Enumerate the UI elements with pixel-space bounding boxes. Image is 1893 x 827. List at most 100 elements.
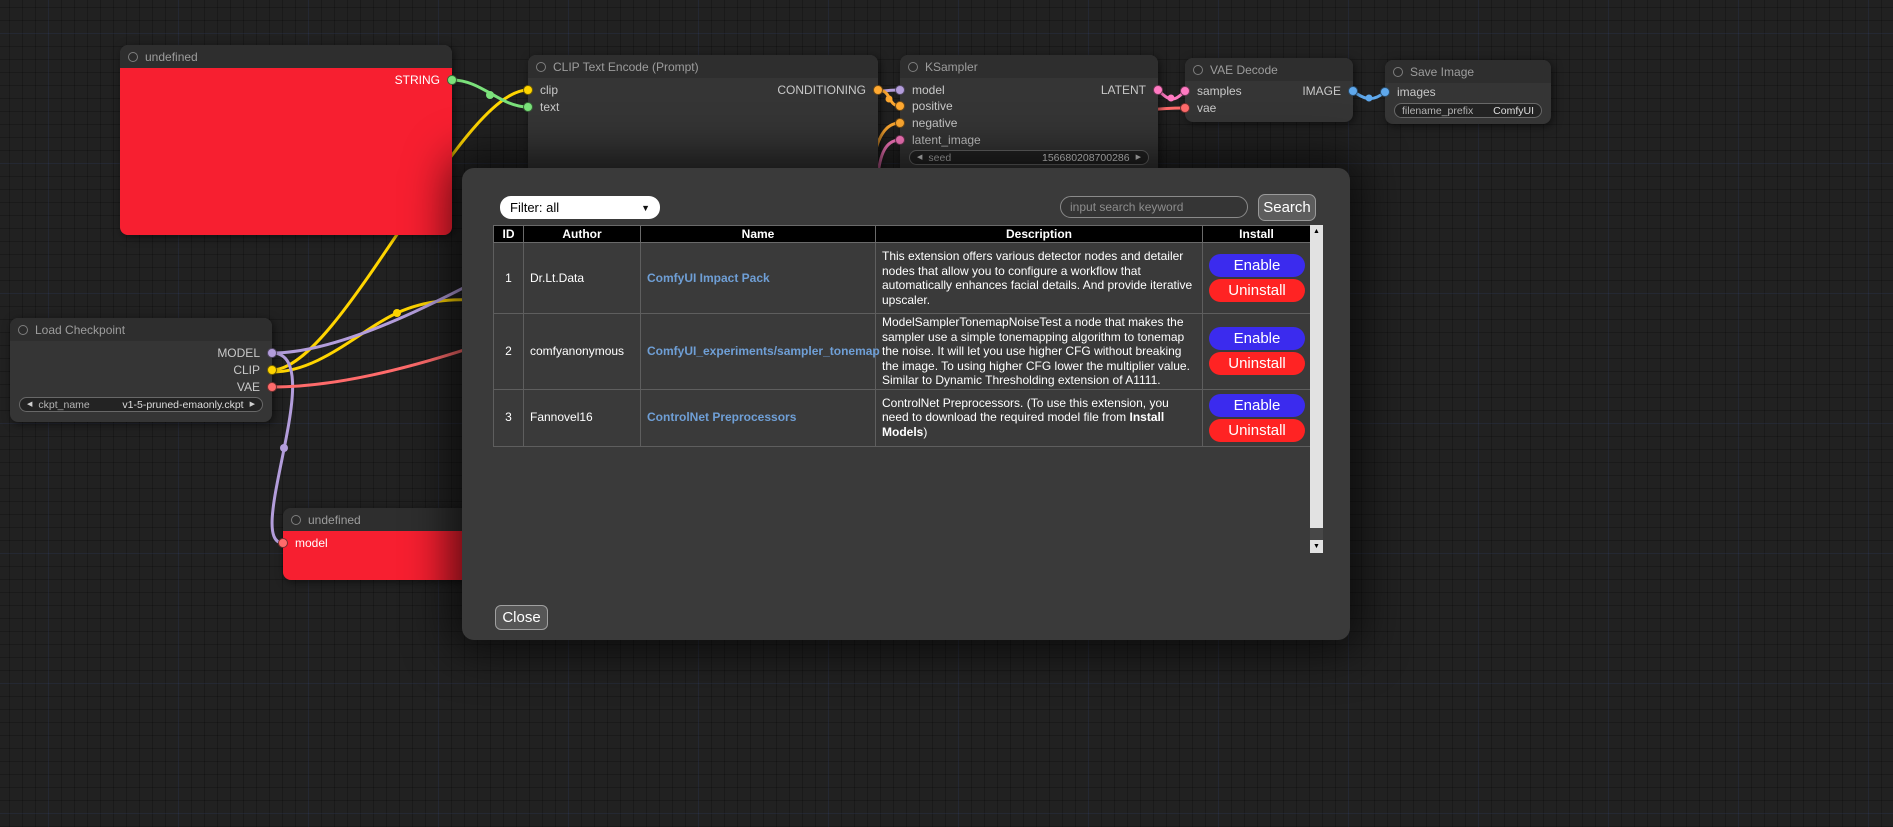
id-cell: 3 (494, 389, 524, 446)
positive-input: positive (895, 99, 953, 113)
increment-arrow-icon[interactable]: ▶ (1136, 154, 1141, 161)
uninstall-button[interactable]: Uninstall (1209, 352, 1305, 375)
clip-input-port[interactable] (523, 85, 533, 95)
collapse-dot-icon[interactable] (908, 62, 918, 72)
latent-image-input: latent_image (895, 133, 981, 147)
node-title: CLIP Text Encode (Prompt) (553, 60, 699, 74)
description-cell: This extension offers various detector n… (876, 243, 1203, 314)
node-title: Load Checkpoint (35, 323, 125, 337)
samples-input: samples (1180, 84, 1242, 98)
node-save-image[interactable]: Save Image images filename_prefix ComfyU… (1385, 60, 1551, 124)
node-title: undefined (145, 50, 198, 64)
scroll-down-icon[interactable]: ▼ (1310, 540, 1323, 553)
collapse-dot-icon[interactable] (18, 325, 28, 335)
enable-button[interactable]: Enable (1209, 327, 1305, 350)
node-title-bar[interactable]: undefined (120, 45, 452, 68)
scroll-up-icon[interactable]: ▲ (1310, 225, 1323, 238)
filename-prefix-widget[interactable]: filename_prefix ComfyUI (1394, 103, 1542, 118)
node-title-bar[interactable]: VAE Decode (1185, 58, 1353, 81)
id-cell: 1 (494, 243, 524, 314)
error-node-body (120, 68, 452, 235)
uninstall-button[interactable]: Uninstall (1209, 419, 1305, 442)
header-description: Description (876, 226, 1203, 243)
model-input: model (278, 536, 328, 550)
filter-select[interactable]: Filter: all ▼ (500, 196, 660, 219)
extension-link[interactable]: ComfyUI_experiments/sampler_tonemap (647, 344, 880, 358)
search-input[interactable] (1060, 196, 1248, 218)
next-arrow-icon[interactable]: ▶ (250, 401, 255, 408)
collapse-dot-icon[interactable] (128, 52, 138, 62)
images-input: images (1380, 85, 1436, 99)
node-title-bar[interactable]: KSampler (900, 55, 1158, 78)
collapse-dot-icon[interactable] (1393, 67, 1403, 77)
model-input-port[interactable] (895, 85, 905, 95)
negative-input-port[interactable] (895, 118, 905, 128)
collapse-dot-icon[interactable] (536, 62, 546, 72)
table-header-row: ID Author Name Description Install (494, 226, 1311, 243)
node-undefined-top[interactable]: undefined STRING (120, 45, 452, 235)
scrollbar-thumb[interactable] (1310, 238, 1323, 528)
model-input: model (895, 83, 945, 97)
author-cell: Dr.Lt.Data (524, 243, 641, 314)
image-output-port[interactable] (1348, 86, 1358, 96)
node-title-bar[interactable]: Save Image (1385, 60, 1551, 83)
seed-widget[interactable]: ◀ seed 156680208700286 ▶ (909, 150, 1149, 165)
negative-input: negative (895, 116, 957, 130)
table-row: 3 Fannovel16 ControlNet Preprocessors Co… (494, 389, 1311, 446)
previous-arrow-icon[interactable]: ◀ (27, 401, 32, 408)
header-author: Author (524, 226, 641, 243)
string-output-port[interactable] (447, 75, 457, 85)
node-load-checkpoint[interactable]: Load Checkpoint MODEL CLIP VAE ◀ ckpt_na… (10, 318, 272, 422)
close-button[interactable]: Close (495, 605, 548, 630)
table-row: 2 comfyanonymous ComfyUI_experiments/sam… (494, 314, 1311, 390)
samples-input-port[interactable] (1180, 86, 1190, 96)
wire-midpoint-dot (886, 96, 893, 103)
id-cell: 2 (494, 314, 524, 390)
latent-output-port[interactable] (1153, 85, 1163, 95)
node-title-bar[interactable]: undefined (283, 508, 478, 531)
text-input: text (523, 100, 559, 114)
model-input-port[interactable] (278, 538, 288, 548)
comfyui-manager-dialog: Filter: all ▼ Search ID Author Name Desc… (462, 168, 1350, 640)
header-name: Name (641, 226, 876, 243)
extension-table-wrap: ID Author Name Description Install 1 Dr.… (493, 225, 1323, 553)
clip-output-port[interactable] (267, 365, 277, 375)
decrement-arrow-icon[interactable]: ◀ (917, 154, 922, 161)
wire-clip-to-hidden-encode (272, 300, 490, 372)
wire-midpoint-dot (280, 444, 288, 452)
node-title: VAE Decode (1210, 63, 1278, 77)
author-cell: comfyanonymous (524, 314, 641, 390)
node-undefined-bottom[interactable]: undefined model (283, 508, 478, 580)
vae-input-port[interactable] (1180, 103, 1190, 113)
collapse-dot-icon[interactable] (1193, 65, 1203, 75)
extension-link[interactable]: ComfyUI Impact Pack (647, 271, 770, 285)
search-button[interactable]: Search (1258, 194, 1316, 221)
text-input-port[interactable] (523, 102, 533, 112)
conditioning-output-port[interactable] (873, 85, 883, 95)
collapse-dot-icon[interactable] (291, 515, 301, 525)
latent-image-input-port[interactable] (895, 135, 905, 145)
node-graph-canvas[interactable]: undefined STRING CLIP Text Encode (Promp… (0, 0, 1893, 827)
node-title: undefined (308, 513, 361, 527)
header-install: Install (1203, 226, 1311, 243)
enable-button[interactable]: Enable (1209, 254, 1305, 277)
clip-output: CLIP (233, 363, 277, 377)
table-scrollbar[interactable]: ▲ ▼ (1310, 225, 1323, 553)
extension-table: ID Author Name Description Install 1 Dr.… (493, 225, 1311, 447)
extension-link[interactable]: ControlNet Preprocessors (647, 410, 796, 424)
node-title-bar[interactable]: CLIP Text Encode (Prompt) (528, 55, 878, 78)
description-cell: ModelSamplerTonemapNoiseTest a node that… (876, 314, 1203, 390)
node-vae-decode[interactable]: VAE Decode samples vae IMAGE (1185, 58, 1353, 122)
vae-output-port[interactable] (267, 382, 277, 392)
node-title: KSampler (925, 60, 978, 74)
images-input-port[interactable] (1380, 87, 1390, 97)
ckpt-name-widget[interactable]: ◀ ckpt_name v1-5-pruned-emaonly.ckpt ▶ (19, 397, 263, 412)
filter-select-value: Filter: all (510, 200, 559, 215)
model-output-port[interactable] (267, 348, 277, 358)
enable-button[interactable]: Enable (1209, 394, 1305, 417)
header-id: ID (494, 226, 524, 243)
node-title-bar[interactable]: Load Checkpoint (10, 318, 272, 341)
positive-input-port[interactable] (895, 101, 905, 111)
vae-output: VAE (237, 380, 277, 394)
uninstall-button[interactable]: Uninstall (1209, 279, 1305, 302)
